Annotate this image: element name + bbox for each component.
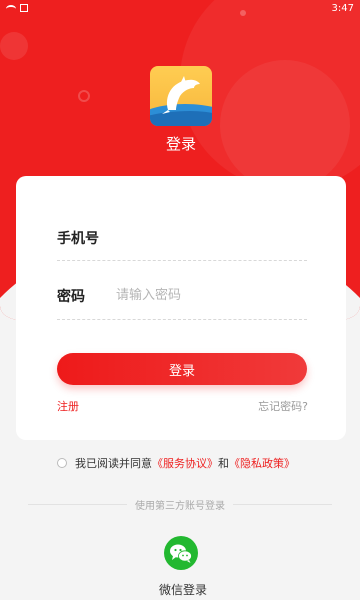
divider	[57, 260, 307, 261]
status-time: 3:47	[331, 3, 354, 14]
sim-icon	[20, 4, 28, 12]
password-label: 密码	[57, 289, 85, 305]
login-card: 手机号 密码 登录 注册 忘记密码?	[16, 176, 346, 440]
register-link[interactable]: 注册	[57, 398, 79, 414]
decor-ring	[78, 90, 90, 102]
password-input[interactable]	[116, 284, 306, 306]
agreement-row: 我已阅读并同意 《服务协议》 和 《隐私政策》	[57, 455, 295, 471]
privacy-policy-link[interactable]: 《隐私政策》	[229, 455, 295, 471]
page-title: 登录	[165, 135, 196, 153]
forgot-password-link[interactable]: 忘记密码?	[258, 398, 308, 414]
wechat-login-label[interactable]: 微信登录	[148, 581, 218, 598]
agreement-and: 和	[218, 457, 229, 470]
service-agreement-link[interactable]: 《服务协议》	[152, 455, 218, 471]
agreement-checkbox[interactable]	[57, 458, 67, 468]
third-party-divider: 使用第三方账号登录	[28, 497, 332, 512]
third-party-label: 使用第三方账号登录	[135, 501, 225, 512]
wechat-icon	[170, 544, 192, 563]
dolphin-logo-icon	[150, 66, 212, 126]
phone-input[interactable]	[116, 226, 306, 248]
decor-circle	[220, 60, 350, 190]
agreement-text: 我已阅读并同意	[75, 457, 152, 470]
status-bar: 3:47	[0, 0, 360, 18]
decor-circle	[0, 32, 28, 60]
login-button[interactable]: 登录	[57, 353, 307, 385]
wifi-icon	[6, 5, 16, 13]
wechat-login-button[interactable]	[164, 536, 198, 570]
phone-label: 手机号	[57, 231, 99, 247]
divider	[57, 319, 307, 320]
